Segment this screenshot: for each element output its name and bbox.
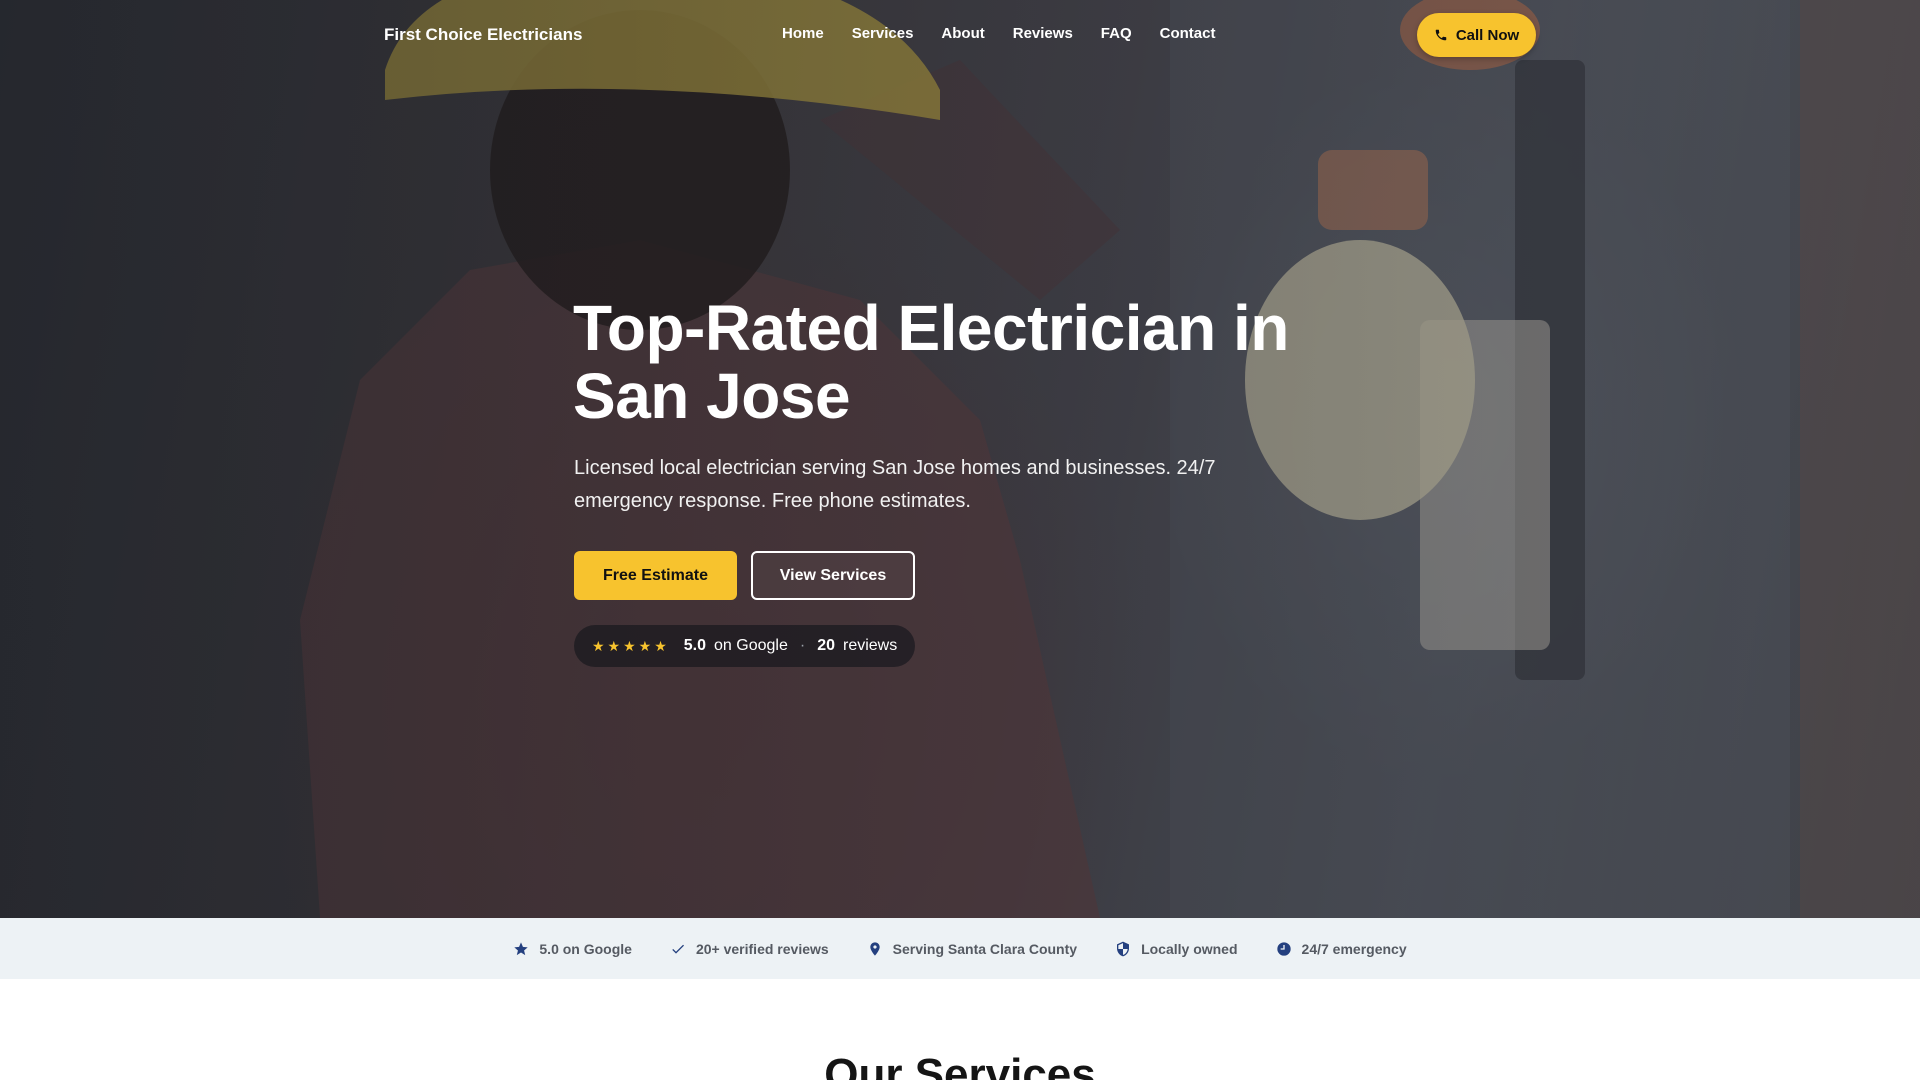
trust-label-reviews: 20+ verified reviews bbox=[695, 940, 829, 957]
google-rating-badge: ★★★★★ 5.0 on Google · 20 reviews bbox=[574, 625, 916, 667]
review-count-suffix: reviews bbox=[842, 637, 898, 654]
trust-item-emergency: 24/7 emergency bbox=[1276, 941, 1407, 957]
nav-link-about[interactable]: About bbox=[941, 25, 984, 42]
location-pin-icon bbox=[870, 941, 880, 956]
trust-item-area: Serving Santa Clara County bbox=[867, 941, 1077, 957]
hero-section: First Choice Electricians Home Services … bbox=[0, 0, 1920, 918]
top-nav: First Choice Electricians Home Services … bbox=[0, 0, 1920, 70]
free-estimate-button[interactable]: Free Estimate bbox=[574, 551, 737, 600]
nav-link-faq[interactable]: FAQ bbox=[1101, 25, 1132, 42]
nav-links: Home Services About Reviews FAQ Contact bbox=[782, 25, 1215, 42]
phone-icon bbox=[1435, 29, 1447, 41]
nav-link-home[interactable]: Home bbox=[782, 25, 824, 42]
hero-title: Top-Rated Electrician in San Jose bbox=[573, 292, 1289, 432]
star-icon bbox=[514, 941, 529, 955]
trust-label-emergency: 24/7 emergency bbox=[1301, 940, 1407, 957]
trust-item-reviews: 20+ verified reviews bbox=[670, 941, 829, 957]
call-now-button[interactable]: Call Now bbox=[1417, 13, 1536, 57]
review-count: 20 bbox=[817, 637, 835, 654]
trust-item-local: Locally owned bbox=[1115, 940, 1238, 957]
check-icon bbox=[672, 944, 684, 954]
rating-score: 5.0 bbox=[683, 637, 707, 654]
nav-link-services[interactable]: Services bbox=[852, 25, 914, 42]
rating-score-suffix: on Google bbox=[714, 637, 788, 654]
brand-logo[interactable]: First Choice Electricians bbox=[384, 25, 582, 45]
trust-item-rating: 5.0 on Google bbox=[513, 941, 632, 957]
trust-label-rating: 5.0 on Google bbox=[539, 940, 632, 957]
view-services-button[interactable]: View Services bbox=[751, 551, 915, 600]
hero-subtitle: Licensed local electrician serving San J… bbox=[574, 457, 1216, 512]
nav-link-contact[interactable]: Contact bbox=[1160, 25, 1216, 42]
rating-stars-icon: ★★★★★ bbox=[592, 637, 670, 654]
nav-link-reviews[interactable]: Reviews bbox=[1013, 25, 1073, 42]
services-section-title: Our Services bbox=[824, 1050, 1096, 1080]
clock-icon bbox=[1276, 941, 1291, 956]
trust-label-local: Locally owned bbox=[1141, 940, 1238, 957]
shield-icon bbox=[1117, 941, 1130, 956]
trust-bar: 5.0 on Google 20+ verified reviews Servi… bbox=[0, 918, 1920, 979]
call-now-label: Call Now bbox=[1455, 26, 1520, 44]
trust-label-area: Serving Santa Clara County bbox=[892, 940, 1078, 957]
separator-dot: · bbox=[799, 637, 806, 654]
